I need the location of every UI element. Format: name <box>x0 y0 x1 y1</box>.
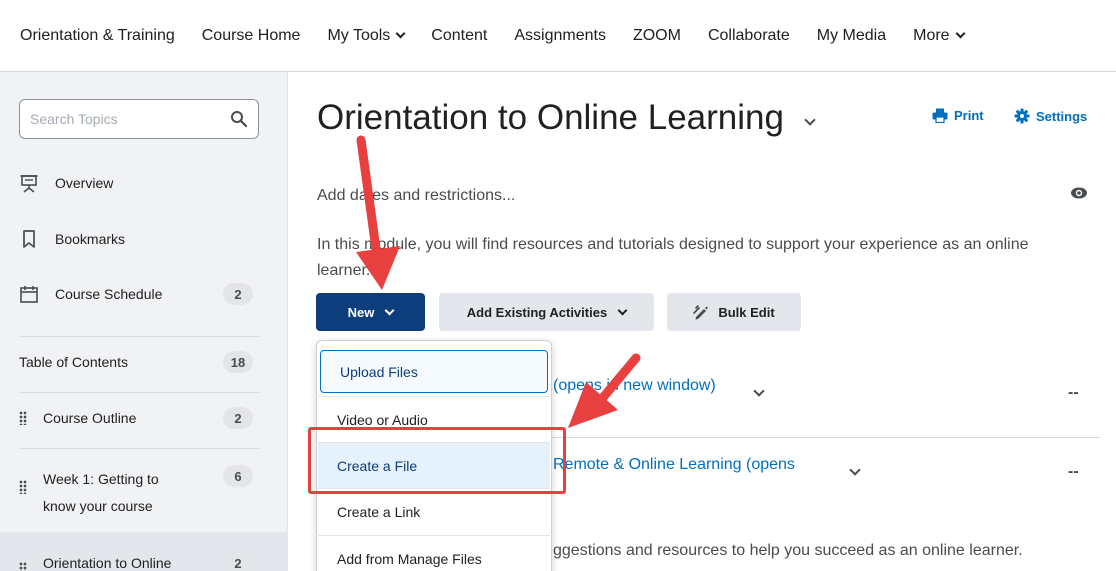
print-button[interactable]: Print <box>932 108 984 123</box>
sidebar-item-table-of-contents[interactable]: Table of Contents 18 <box>19 351 259 373</box>
topic-status: -- <box>1068 463 1079 480</box>
chevron-down-icon <box>395 28 406 39</box>
print-label: Print <box>954 108 984 123</box>
label-line: Week 1: Getting to <box>43 471 159 487</box>
add-existing-activities-button[interactable]: Add Existing Activities <box>439 293 654 331</box>
nav-label: My Media <box>816 26 887 44</box>
new-button[interactable]: New <box>316 293 425 331</box>
gear-icon <box>1014 108 1030 124</box>
drag-handle-icon[interactable] <box>19 562 27 571</box>
sidebar-item-label: Course Schedule <box>55 286 163 302</box>
button-label: Bulk Edit <box>718 304 775 320</box>
nav-label: More <box>913 26 950 44</box>
count-badge: 18 <box>223 351 253 373</box>
nav-label: ZOOM <box>632 26 681 44</box>
chevron-down-icon <box>955 28 966 39</box>
add-dates-link[interactable]: Add dates and restrictions... <box>317 187 515 205</box>
sidebar-item-label: Week 1: Getting to know your course <box>43 466 159 520</box>
pencil-icon <box>693 305 709 320</box>
chevron-down-icon[interactable] <box>849 464 861 476</box>
chevron-down-icon <box>617 305 628 315</box>
nav-assignments[interactable]: Assignments <box>514 27 606 45</box>
nav-label: Content <box>431 26 488 44</box>
sidebar-item-label: Overview <box>55 175 114 191</box>
search-input[interactable] <box>30 108 220 130</box>
menu-item-upload-files[interactable]: Upload Files <box>320 350 548 393</box>
sidebar-item-label: Course Outline <box>43 410 137 426</box>
sidebar-item-course-outline[interactable]: Course Outline 2 <box>19 407 259 429</box>
sidebar: Overview Bookmarks Course Schedule 2 Tab… <box>0 72 288 571</box>
button-label: Add Existing Activities <box>466 304 608 320</box>
nav-zoom[interactable]: ZOOM <box>633 27 681 45</box>
chevron-down-icon <box>384 305 395 315</box>
menu-item-label: Video or Audio <box>337 411 428 428</box>
count-badge: 6 <box>223 465 253 487</box>
menu-item-label: Create a Link <box>337 503 421 520</box>
topic-link[interactable]: (opens in new window) <box>553 377 716 395</box>
nav-content[interactable]: Content <box>431 27 487 45</box>
menu-item-label: Add from Manage Files <box>337 550 482 567</box>
count-badge: 2 <box>223 407 253 429</box>
label-line: know your course <box>43 498 153 514</box>
button-label: New <box>347 304 375 320</box>
drag-handle-icon[interactable] <box>19 411 27 425</box>
drag-handle-icon[interactable] <box>19 480 27 494</box>
printer-icon <box>932 108 948 123</box>
module-text: ggestions and resources to help you succ… <box>553 542 1023 559</box>
nav-label: My Tools <box>327 26 391 44</box>
menu-item-label: Upload Files <box>340 363 418 380</box>
module-description: In this module, you will find resources … <box>317 236 1029 279</box>
nav-collaborate[interactable]: Collaborate <box>708 27 790 45</box>
menu-item-create-link[interactable]: Create a Link <box>318 488 550 534</box>
sidebar-item-overview[interactable]: Overview <box>19 173 259 193</box>
top-navigation: Orientation & Training Course Home My To… <box>0 0 1116 72</box>
divider <box>19 392 259 393</box>
search-box <box>19 99 259 139</box>
topic-link[interactable]: Remote & Online Learning (opens <box>553 456 795 474</box>
chevron-down-icon[interactable] <box>753 385 765 397</box>
nav-course-home[interactable]: Course Home <box>202 27 301 45</box>
nav-label: Collaborate <box>707 26 790 44</box>
sidebar-item-bookmarks[interactable]: Bookmarks <box>19 229 259 249</box>
sidebar-item-week-1[interactable]: Week 1: Getting to know your course 6 <box>19 465 259 520</box>
settings-label: Settings <box>1036 108 1088 124</box>
page-title-text: Orientation to Online Learning <box>317 98 784 137</box>
nav-my-tools[interactable]: My Tools <box>327 26 406 45</box>
bulk-edit-button[interactable]: Bulk Edit <box>667 293 801 331</box>
eye-icon[interactable] <box>1070 186 1088 200</box>
nav-label: Assignments <box>514 26 606 44</box>
sidebar-item-course-schedule[interactable]: Course Schedule 2 <box>19 283 259 305</box>
topic-status: -- <box>1068 384 1079 401</box>
bookmark-icon <box>23 230 35 248</box>
menu-item-manage-files[interactable]: Add from Manage Files <box>318 535 550 571</box>
sidebar-item-label: Orientation to Online <box>43 555 172 571</box>
nav-label: Orientation & Training <box>20 26 175 44</box>
nav-label: Course Home <box>201 26 301 44</box>
sidebar-item-label: Bookmarks <box>55 231 126 247</box>
nav-more[interactable]: More <box>913 26 966 45</box>
presentation-icon <box>20 175 38 193</box>
chevron-down-icon[interactable] <box>804 114 816 126</box>
nav-orientation-training[interactable]: Orientation & Training <box>20 27 175 45</box>
sidebar-item-label: Table of Contents <box>19 354 128 370</box>
settings-button[interactable]: Settings <box>1014 108 1087 124</box>
count-badge: 2 <box>223 552 253 571</box>
sidebar-item-orientation[interactable]: Orientation to Online 2 <box>19 550 259 571</box>
calendar-icon <box>20 286 38 303</box>
annotation-highlight-box <box>308 427 566 494</box>
search-icon[interactable] <box>230 110 248 128</box>
page-title: Orientation to Online Learning <box>317 98 816 138</box>
divider <box>19 448 259 449</box>
count-badge: 2 <box>223 283 253 305</box>
nav-my-media[interactable]: My Media <box>817 27 886 45</box>
divider <box>19 336 259 337</box>
